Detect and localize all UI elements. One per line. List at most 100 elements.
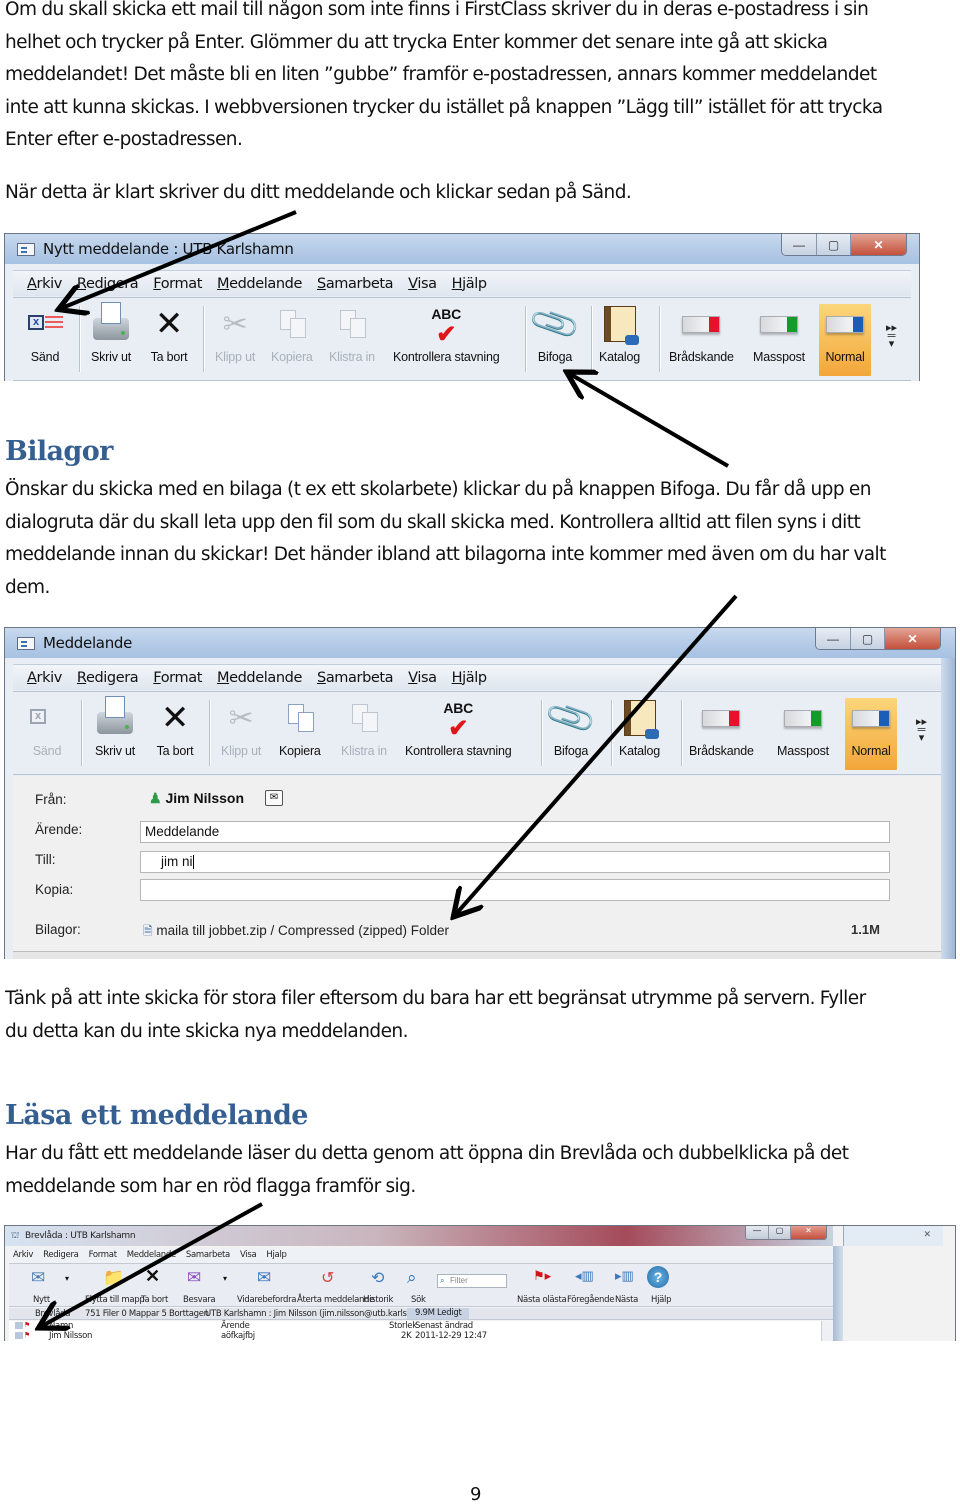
search-button[interactable]: Sök [411, 1295, 426, 1305]
spellcheck-button[interactable]: ABC ✔ Kontrollera stavning [393, 304, 500, 376]
menu-visa[interactable]: Visa [402, 276, 445, 292]
menu-meddelande[interactable]: Meddelande [211, 276, 311, 292]
subject-input[interactable]: Meddelande [140, 821, 890, 843]
spellcheck-button[interactable]: ABC ✔ Kontrollera stavning [405, 698, 512, 770]
menu-arkiv[interactable]: Arkiv [21, 276, 71, 292]
urgent-priority-button[interactable]: Brådskande [669, 304, 734, 376]
column-modified[interactable]: Senast ändrad [415, 1321, 473, 1331]
toolbar-separator [209, 700, 210, 766]
menu-arkiv[interactable]: Arkiv [13, 1250, 43, 1260]
filter-input[interactable]: ⌕ Filter [437, 1274, 507, 1288]
attach-paragraph: Önskar du skicka med en bilaga (t ex ett… [5, 474, 955, 604]
button-label: Katalog [619, 744, 660, 758]
delete-button[interactable]: ✕ Ta bort [149, 304, 189, 376]
close-button[interactable]: ✕ [884, 628, 940, 649]
menu-samarbeta[interactable]: Samarbeta [311, 276, 402, 292]
subject-label: Ärende: [35, 822, 83, 837]
move-to-folder-button[interactable]: Flytta till mapp [85, 1295, 145, 1305]
menu-meddelande[interactable]: Meddelande [127, 1250, 186, 1260]
new-button[interactable]: Nytt [33, 1295, 50, 1305]
next-unread-icon: ⚑▸ [533, 1268, 552, 1283]
maximize-button[interactable]: ▢ [768, 1226, 790, 1239]
urgent-priority-button[interactable]: Brådskande [689, 698, 754, 770]
toolbar-separator [81, 700, 82, 766]
button-label: Klistra in [341, 744, 387, 758]
menu-meddelande[interactable]: Meddelande [211, 670, 311, 686]
delete-button[interactable]: Ta bort [141, 1295, 168, 1305]
text-line: Enter efter e-postadressen. [5, 129, 243, 150]
toolbar-overflow-icon[interactable]: ▸▸ ═ ▾ [886, 323, 897, 350]
minimize-button[interactable]: — [746, 1226, 768, 1239]
print-button[interactable]: Skriv ut [95, 696, 135, 770]
copy-button[interactable]: Kopiera [279, 698, 321, 770]
next-unread-button[interactable]: Nästa olästa [517, 1295, 567, 1305]
menu-visa[interactable]: Visa [402, 670, 445, 686]
vcard-icon[interactable]: ✉ [265, 790, 283, 806]
paste-button[interactable]: Klistra in [341, 698, 387, 770]
column-name[interactable]: Namn [49, 1321, 73, 1331]
normal-priority-button[interactable]: Normal [819, 304, 871, 376]
delete-x-icon: ✕ [160, 698, 190, 738]
attachment-item[interactable]: 🗎 maila till jobbet.zip / Compressed (zi… [143, 922, 449, 943]
cut-button[interactable]: ✂ Klipp ut [215, 304, 255, 376]
close-button[interactable]: ✕ [790, 1226, 826, 1239]
previous-button[interactable]: Föregående [567, 1295, 614, 1305]
menu-visa[interactable]: Visa [240, 1250, 266, 1260]
menu-samarbeta[interactable]: Samarbeta [311, 670, 402, 686]
column-size[interactable]: Storlek [389, 1321, 417, 1331]
copy-button[interactable]: Kopiera [271, 304, 313, 376]
toolbar-overflow-icon[interactable]: ▸▸ ═ ▾ [916, 717, 927, 744]
window-controls: — ▢ ✕ [745, 1226, 827, 1240]
menu-hjalp[interactable]: Hjälp [446, 276, 496, 292]
scissors-icon: ✂ [228, 700, 254, 736]
minimize-button[interactable]: — [816, 628, 850, 649]
catalog-button[interactable]: Katalog [619, 698, 660, 770]
copy-icon [280, 698, 320, 738]
next-button[interactable]: Nästa [615, 1295, 638, 1305]
menu-format[interactable]: Format [89, 1250, 127, 1260]
menu-arkiv[interactable]: Arkiv [21, 670, 71, 686]
menu-hjalp[interactable]: Hjälp [446, 670, 496, 686]
text-line: dem. [5, 576, 50, 598]
catalog-button[interactable]: Katalog [599, 304, 640, 376]
history-button[interactable]: Historik [363, 1295, 393, 1305]
close-button[interactable]: ✕ [850, 234, 906, 255]
message-row[interactable]: ⚑ Jim Nilsson aöfkajfbj 2K 2011-12-29 12… [9, 1331, 833, 1341]
forward-button[interactable]: Vidarebefordra [237, 1295, 297, 1305]
send-button[interactable]: x Sänd [25, 304, 65, 376]
bulk-priority-button[interactable]: Masspost [753, 304, 805, 376]
scrollbar[interactable] [821, 1321, 833, 1341]
maximize-button[interactable]: ▢ [816, 234, 850, 255]
menu-samarbeta[interactable]: Samarbeta [186, 1250, 240, 1260]
help-button[interactable]: Hjälp [651, 1295, 672, 1305]
delete-button[interactable]: ✕ Ta bort [155, 698, 195, 770]
column-subject[interactable]: Ärende [221, 1321, 250, 1331]
background-close-icon[interactable]: ✕ [923, 1229, 931, 1240]
send-button[interactable]: x Sänd [27, 698, 67, 770]
paste-button[interactable]: Klistra in [329, 304, 375, 376]
bulk-priority-button[interactable]: Masspost [777, 698, 829, 770]
cut-button[interactable]: ✂ Klipp ut [221, 698, 261, 770]
to-input[interactable]: jim ni [140, 851, 890, 873]
to-value: jim ni [161, 854, 193, 869]
cc-input[interactable] [140, 879, 890, 901]
message-icon [15, 1322, 23, 1329]
reply-dropdown-icon[interactable]: ▾ [223, 1274, 227, 1283]
attach-button[interactable]: 📎 Bifoga [543, 690, 599, 770]
attachment-name: maila till jobbet.zip / Compressed (zipp… [156, 923, 450, 938]
toolbar-separator [681, 700, 682, 766]
minimize-button[interactable]: — [782, 234, 816, 255]
menu-redigera[interactable]: Redigera [71, 670, 147, 686]
menu-hjalp[interactable]: Hjalp [266, 1250, 296, 1260]
attach-button[interactable]: 📎 Bifoga [527, 296, 583, 376]
print-button[interactable]: Skriv ut [91, 302, 131, 376]
menu-format[interactable]: Format [147, 276, 211, 292]
new-dropdown-icon[interactable]: ▾ [65, 1274, 69, 1283]
reply-button[interactable]: Besvara [183, 1295, 216, 1305]
menu-redigera[interactable]: Redigera [71, 276, 147, 292]
reply-icon: ✉ [187, 1268, 202, 1287]
menu-format[interactable]: Format [147, 670, 211, 686]
normal-priority-button[interactable]: Normal [845, 698, 897, 770]
maximize-button[interactable]: ▢ [850, 628, 884, 649]
menu-redigera[interactable]: Redigera [43, 1250, 88, 1260]
